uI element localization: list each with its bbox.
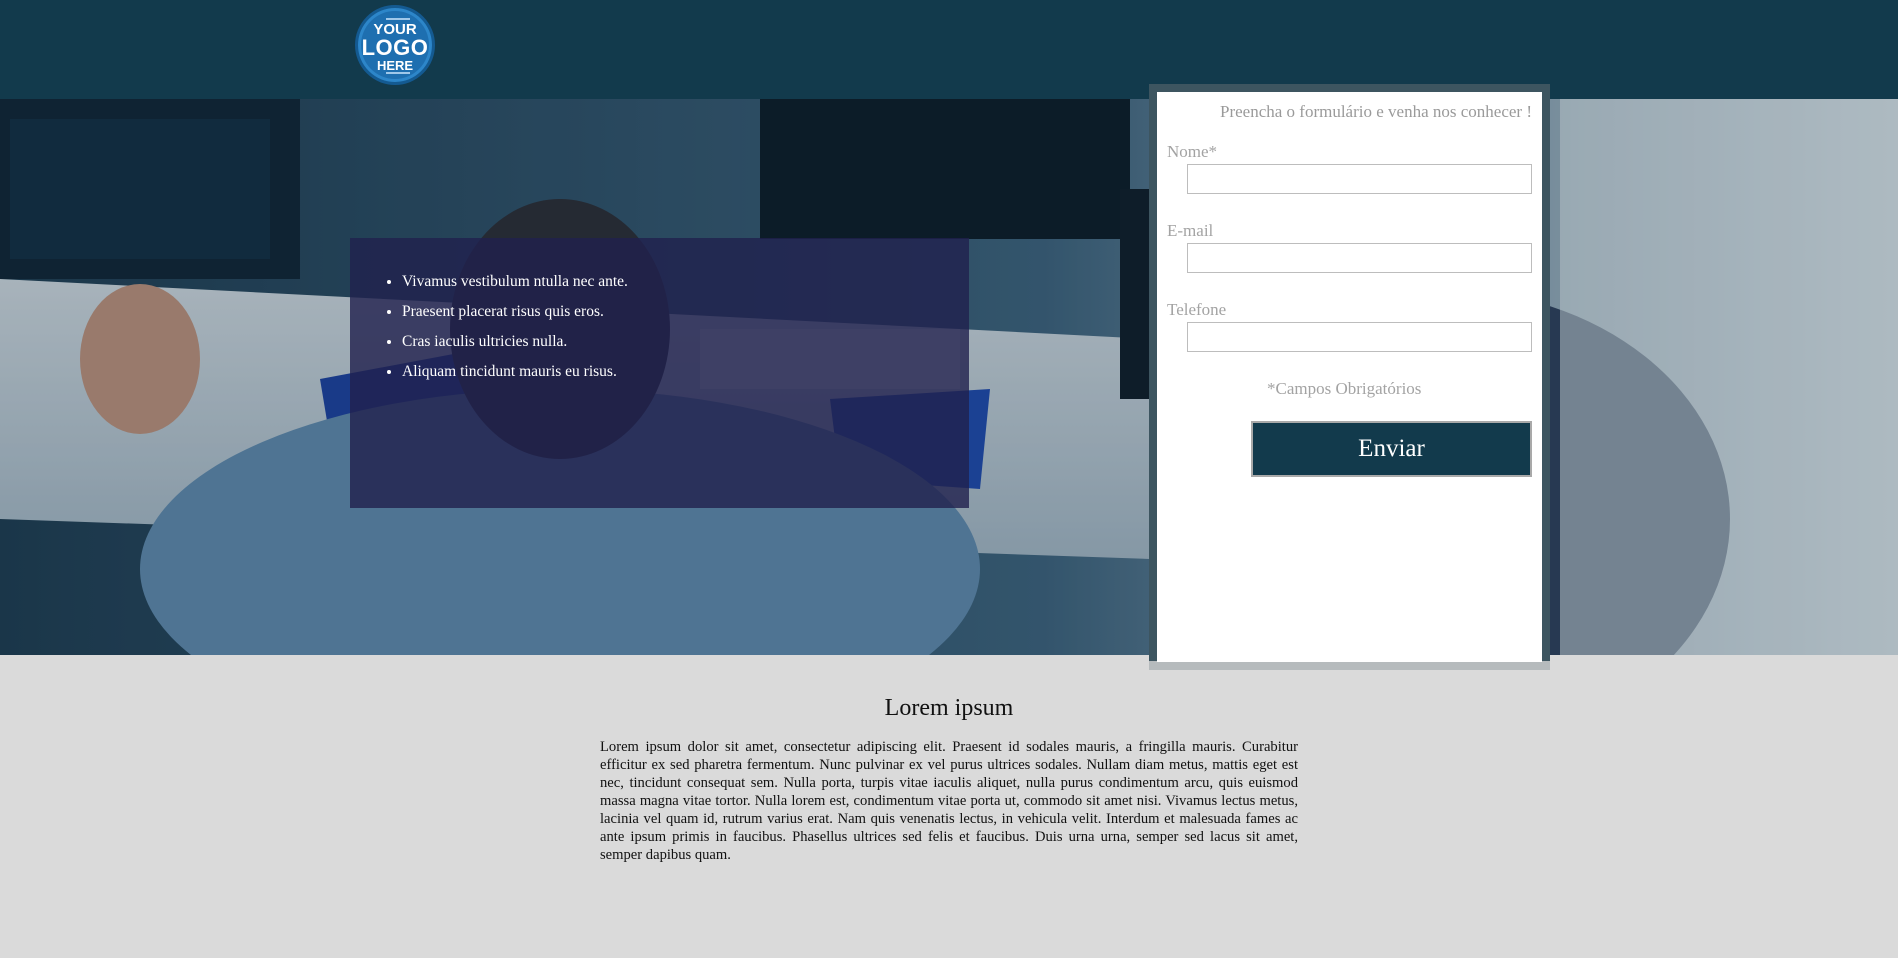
- phone-input[interactable]: [1187, 322, 1532, 352]
- feature-item: Praesent placerat risus quis eros.: [402, 303, 969, 321]
- logo-stripe-top: [386, 18, 410, 20]
- section-title: Lorem ipsum: [884, 695, 1014, 721]
- section-text: Lorem ipsum dolor sit amet, consectetur …: [600, 739, 1298, 863]
- features-list: Vivamus vestibulum ntulla nec ante. Prae…: [402, 273, 969, 381]
- feature-item: Aliquam tincidunt mauris eu risus.: [402, 363, 969, 381]
- logo-line-2: LOGO: [361, 35, 429, 60]
- logo-text: YOUR LOGO HERE: [358, 22, 432, 72]
- email-label: E-mail: [1167, 221, 1214, 240]
- hero-section: Vivamus vestibulum ntulla nec ante. Prae…: [0, 99, 1898, 655]
- feature-item: Cras iaculis ultricies nulla.: [402, 333, 969, 351]
- email-input[interactable]: [1187, 243, 1532, 273]
- name-input[interactable]: [1187, 164, 1532, 194]
- phone-label: Telefone: [1167, 300, 1227, 319]
- features-box: Vivamus vestibulum ntulla nec ante. Prae…: [350, 238, 969, 508]
- submit-button[interactable]: Enviar: [1251, 421, 1532, 477]
- contact-form-frame: Preencha o formulário e venha nos conhec…: [1149, 84, 1550, 670]
- required-fields-note: *Campos Obrigatórios: [1267, 379, 1422, 398]
- contact-form: Preencha o formulário e venha nos conhec…: [1157, 92, 1542, 662]
- header-bar: YOUR LOGO HERE: [0, 0, 1898, 99]
- logo[interactable]: YOUR LOGO HERE: [355, 5, 435, 85]
- form-title: Preencha o formulário e venha nos conhec…: [1219, 102, 1532, 121]
- logo-stripe-bottom: [386, 72, 410, 74]
- feature-item: Vivamus vestibulum ntulla nec ante.: [402, 273, 969, 291]
- name-label: Nome*: [1167, 142, 1218, 161]
- logo-line-3: HERE: [376, 58, 414, 73]
